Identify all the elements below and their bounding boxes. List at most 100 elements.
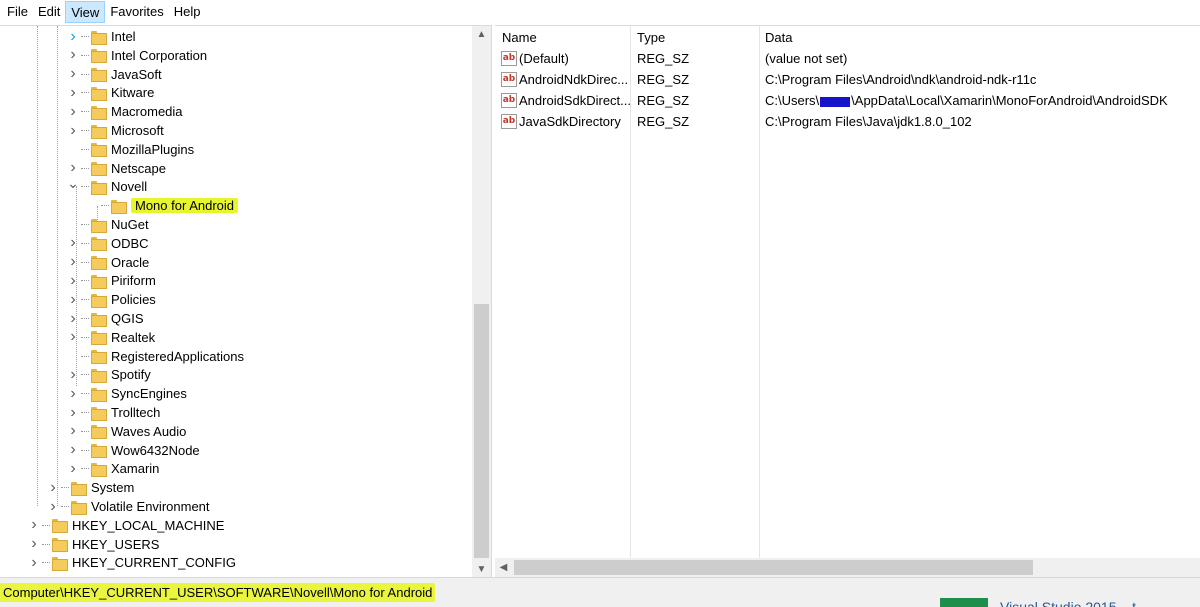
chevron-down-icon[interactable]: ⌄ [67,174,79,193]
chevron-right-icon[interactable]: › [28,553,40,572]
tree-item-realtek[interactable]: › Realtek [67,328,155,347]
tree-item-javasoft[interactable]: › JavaSoft [67,65,162,84]
tree-item-intel-corporation[interactable]: › Intel Corporation [67,46,207,65]
tree-item-oracle[interactable]: › Oracle [67,253,149,272]
tree-item-label: Microsoft [111,123,164,138]
tree-item-spotify[interactable]: › Spotify [67,365,151,384]
tree-item-xamarin[interactable]: › Xamarin [67,459,159,478]
tree-item-macromedia[interactable]: › Macromedia [67,102,183,121]
tree-connector-line [81,111,89,113]
chevron-right-icon[interactable]: › [67,403,79,422]
value-data-suffix: \AppData\Local\Xamarin\MonoForAndroid\An… [851,93,1168,108]
tree-item-intel[interactable]: › Intel [67,27,136,46]
tree-item-netscape[interactable]: › Netscape [67,159,166,178]
folder-icon [91,86,107,101]
tree-item-label: Realtek [111,329,156,345]
folder-icon [91,30,107,45]
tree-item-hkey-current-config[interactable]: › HKEY_CURRENT_CONFIG [28,553,236,572]
chevron-right-icon[interactable]: › [67,459,79,478]
chevron-right-icon[interactable]: › [67,121,79,140]
chevron-right-icon[interactable]: › [67,441,79,460]
values-horizontal-scrollbar[interactable]: ◀ [495,558,1200,577]
scroll-up-arrow-icon[interactable]: ▲ [472,26,491,43]
value-data: (value not set) [765,51,848,66]
folder-icon [111,199,127,214]
chevron-right-icon[interactable]: › [67,253,79,272]
tree-item-odbc[interactable]: › ODBC [67,234,149,253]
tree-connector-line [61,487,69,489]
chevron-right-icon[interactable]: › [67,271,79,290]
chevron-right-icon[interactable]: › [67,83,79,102]
scroll-down-arrow-icon[interactable]: ▼ [472,561,491,577]
chevron-right-icon[interactable]: › [67,290,79,309]
chevron-right-icon[interactable]: › [67,328,79,347]
chevron-right-icon[interactable]: › [67,309,79,328]
folder-icon [91,406,107,421]
tree-item-mono-for-android[interactable]: Mono for Android [87,196,239,215]
tree-item-waves-audio[interactable]: › Waves Audio [67,422,186,441]
tree-item-volatile-environment[interactable]: › Volatile Environment [47,497,210,516]
chevron-right-icon[interactable]: › [28,516,40,535]
tree-item-hkey-users[interactable]: › HKEY_USERS [28,535,159,554]
tree-item-label: HKEY_LOCAL_MACHINE [72,517,225,533]
menu-edit[interactable]: Edit [33,1,65,23]
menu-help[interactable]: Help [169,1,206,23]
folder-icon [91,49,107,64]
tree-item-kitware[interactable]: › Kitware [67,83,154,102]
value-row[interactable]: ab AndroidSdkDirect... REG_SZ C:\Users\ \… [495,91,1200,112]
tree-item-policies[interactable]: › Policies [67,290,156,309]
tree-connector-line [81,336,89,338]
column-header-data[interactable]: Data [765,30,792,45]
tree-item-mozillaplugins[interactable]: MozillaPlugins [67,140,194,159]
scroll-left-arrow-icon[interactable]: ◀ [495,558,512,577]
tree-item-microsoft[interactable]: › Microsoft [67,121,164,140]
tree-item-hkey-local-machine[interactable]: › HKEY_LOCAL_MACHINE [28,516,224,535]
chevron-right-icon[interactable]: › [67,422,79,441]
tree-item-syncengines[interactable]: › SyncEngines [67,384,187,403]
tree-vertical-scrollbar[interactable]: ▲ ▼ [472,26,491,577]
tree-scroll-thumb[interactable] [474,304,489,558]
tree-item-piriform[interactable]: › Piriform [67,271,156,290]
tree-item-system[interactable]: › System [47,478,134,497]
folder-icon [52,538,68,553]
column-header-name[interactable]: Name [502,30,537,45]
values-scroll-thumb[interactable] [514,560,1033,575]
column-header-type[interactable]: Type [637,30,665,45]
menu-file[interactable]: File [2,1,33,23]
tree-item-trolltech[interactable]: › Trolltech [67,403,160,422]
string-value-icon: ab [501,51,517,66]
chevron-right-icon[interactable]: › [67,102,79,121]
tree-connector-line [42,562,50,564]
menu-favorites[interactable]: Favorites [105,1,168,23]
tree-item-nuget[interactable]: NuGet [67,215,149,234]
tree-item-registeredapplications[interactable]: RegisteredApplications [67,347,244,366]
chevron-right-icon[interactable]: › [67,365,79,384]
taskbar-window-title[interactable]: Visual Studio 2015 – t [1000,596,1136,607]
chevron-right-icon[interactable]: › [67,384,79,403]
chevron-right-icon[interactable]: › [67,234,79,253]
tree-connector-line [81,374,89,376]
menu-view[interactable]: View [65,1,106,23]
tree-item-wow6432node[interactable]: › Wow6432Node [67,441,200,460]
tree-item-qgis[interactable]: › QGIS [67,309,144,328]
tree-connector-line [81,224,89,225]
value-row[interactable]: ab (Default) REG_SZ (value not set) [495,49,1200,70]
tree-item-label: HKEY_CURRENT_CONFIG [72,555,236,571]
address-path[interactable]: Computer\HKEY_CURRENT_USER\SOFTWARE\Nove… [0,583,436,602]
tree-item-label: Kitware [111,85,155,101]
tree-connector-line [81,280,89,282]
tree-connector-line [81,393,89,395]
chevron-right-icon[interactable]: › [67,46,79,65]
taskbar-app-icon[interactable] [940,598,988,607]
tree-connector-line [81,355,89,357]
value-row[interactable]: ab AndroidNdkDirec... REG_SZ C:\Program … [495,70,1200,91]
tree-guide-line [97,206,98,220]
value-row[interactable]: ab JavaSdkDirectory REG_SZ C:\Program Fi… [495,112,1200,133]
tree-item-novell[interactable]: ⌄ Novell [67,174,147,196]
chevron-right-icon[interactable]: › [28,535,40,554]
tree-item-label: System [91,480,135,496]
chevron-right-icon[interactable]: › [67,27,79,46]
folder-icon [91,218,107,233]
value-name: AndroidNdkDirec... [519,72,629,87]
chevron-right-icon[interactable]: › [67,65,79,84]
